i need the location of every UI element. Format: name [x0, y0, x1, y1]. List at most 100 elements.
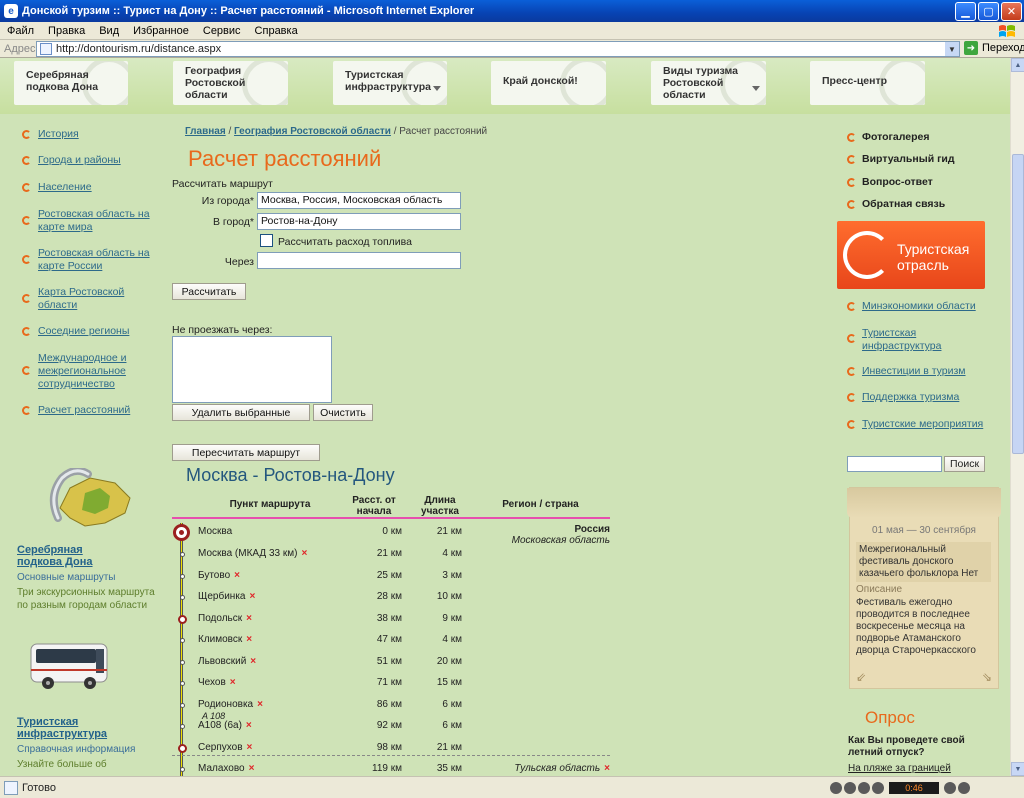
remove-region-icon[interactable]: × — [604, 763, 610, 774]
sidebar-item-russia-map[interactable]: Ростовская область на карте России — [22, 247, 152, 273]
breadcrumb-home[interactable]: Главная — [185, 126, 226, 137]
search-button[interactable]: Поиск — [944, 456, 985, 472]
address-dropdown-icon[interactable]: ▼ — [945, 42, 959, 56]
sidebar-item-cooperation[interactable]: Международное и межрегиональное сотрудни… — [22, 352, 142, 391]
scroll-up-icon[interactable]: ▲ — [1011, 58, 1024, 72]
menu-view[interactable]: Вид — [92, 25, 126, 37]
promo-horseshoe-routes[interactable]: Основные маршруты — [17, 571, 115, 584]
nav-tourism-types[interactable]: Виды туризма Ростовской области — [651, 61, 766, 105]
remove-point-icon[interactable]: × — [246, 634, 252, 645]
remove-point-icon[interactable]: × — [234, 570, 240, 581]
distance-from-start: 92 км — [376, 720, 402, 731]
vertical-scrollbar[interactable]: ▲ ▼ — [1010, 58, 1024, 776]
clear-button[interactable]: Очистить — [313, 404, 373, 421]
remove-point-icon[interactable]: × — [250, 656, 256, 667]
via-city-input[interactable] — [257, 252, 461, 269]
media-play-icon[interactable] — [858, 782, 870, 794]
route-point-name: Москва (МКАД 33 км) — [198, 548, 298, 559]
sidebar-item-history[interactable]: История — [22, 128, 152, 141]
tourism-industry-banner[interactable]: Туристская отрасль — [837, 221, 985, 289]
segment-length: 21 км — [436, 526, 462, 537]
media-menu-icon[interactable] — [958, 782, 970, 794]
poll-option[interactable]: На пляже за границей — [848, 763, 951, 774]
remove-point-icon[interactable]: × — [246, 613, 252, 624]
media-prev-icon[interactable] — [844, 782, 856, 794]
page-icon — [4, 780, 18, 795]
promo-infrastructure-title[interactable]: Туристская инфраструктура — [17, 716, 127, 740]
link-tourist-infrastructure[interactable]: Туристская инфраструктура — [847, 327, 977, 353]
top-navigation: Серебряная подкова Дона География Ростов… — [0, 58, 1010, 114]
link-ministry-economy[interactable]: Минэкономики области — [847, 300, 976, 313]
menu-file[interactable]: Файл — [0, 25, 41, 37]
go-arrow-icon: ➜ — [964, 41, 978, 55]
sidebar-item-region-map[interactable]: Карта Ростовской области — [22, 286, 152, 312]
close-button[interactable]: ✕ — [1001, 1, 1022, 21]
table-row: Подольск × 38 км 9 км — [172, 610, 612, 630]
address-input[interactable]: http://dontourism.ru/distance.aspx ▼ — [36, 41, 960, 57]
sidebar-item-cities[interactable]: Города и районы — [22, 154, 152, 167]
menu-favorites[interactable]: Избранное — [126, 25, 196, 37]
recalculate-button[interactable]: Пересчитать маршрут — [172, 444, 320, 461]
to-city-input[interactable]: Ростов-на-Дону — [257, 213, 461, 230]
remove-point-icon[interactable]: × — [249, 763, 255, 774]
from-city-input[interactable]: Москва, Россия, Московская область — [257, 192, 461, 209]
link-tourist-events[interactable]: Туристские мероприятия — [847, 418, 983, 431]
nav-press-center[interactable]: Пресс-центр — [810, 61, 925, 105]
link-tourism-support[interactable]: Поддержка туризма — [847, 391, 959, 404]
minimize-button[interactable]: ▁ — [955, 1, 976, 21]
link-feedback[interactable]: Обратная связь — [847, 198, 945, 211]
menu-tools[interactable]: Сервис — [196, 25, 248, 37]
link-investments[interactable]: Инвестиции в туризм — [847, 365, 966, 378]
fuel-checkbox[interactable] — [260, 234, 273, 247]
promo-infrastructure-info[interactable]: Справочная информация — [17, 743, 135, 756]
menu-help[interactable]: Справка — [248, 25, 305, 37]
event-title[interactable]: Межрегиональный фестиваль донского казач… — [856, 542, 991, 582]
go-button[interactable]: ➜ Переход — [964, 41, 1024, 55]
scroll-down-icon[interactable]: ▼ — [1011, 762, 1024, 776]
scroll-thumb[interactable] — [1012, 154, 1024, 454]
route-header-line — [172, 517, 610, 519]
bus-image[interactable] — [28, 638, 112, 694]
search-input[interactable] — [847, 456, 942, 472]
nav-silver-horseshoe[interactable]: Серебряная подкова Дона — [14, 61, 128, 105]
remove-point-icon[interactable]: × — [246, 720, 252, 731]
segment-length: 21 км — [436, 742, 462, 753]
link-virtual-guide[interactable]: Виртуальный гид — [847, 153, 955, 166]
bullet-icon — [22, 156, 31, 165]
remove-point-icon[interactable]: × — [250, 591, 256, 602]
media-next-icon[interactable] — [872, 782, 884, 794]
sidebar-item-distance[interactable]: Расчет расстояний — [22, 404, 152, 417]
distance-from-start: 21 км — [376, 548, 402, 559]
promo-infrastructure-more: Узнайте больше об — [17, 759, 107, 770]
link-photogallery[interactable]: Фотогалерея — [847, 131, 930, 144]
menu-edit[interactable]: Правка — [41, 25, 92, 37]
sidebar-item-neighbors[interactable]: Соседние регионы — [22, 325, 152, 338]
route-tick-icon — [180, 767, 185, 772]
remove-point-icon[interactable]: × — [301, 548, 307, 559]
maximize-button[interactable]: ▢ — [978, 1, 999, 21]
next-arrow-icon[interactable]: ⇘ — [982, 670, 992, 684]
nav-infrastructure[interactable]: Туристская инфраструктура — [333, 61, 447, 105]
table-row: Москва (МКАД 33 км) × 21 км 4 км — [172, 545, 612, 565]
nav-don-region[interactable]: Край донской! — [491, 61, 606, 105]
remove-point-icon[interactable]: × — [230, 677, 236, 688]
horseshoe-map-image[interactable] — [30, 466, 140, 536]
distance-from-start: 71 км — [376, 677, 402, 688]
distance-from-start: 38 км — [376, 613, 402, 624]
avoid-cities-list[interactable] — [172, 336, 332, 403]
prev-arrow-icon[interactable]: ⇙ — [856, 670, 866, 684]
go-label: Переход — [982, 42, 1024, 54]
promo-horseshoe-title[interactable]: Серебряная подкова Дона — [17, 544, 127, 568]
delete-selected-button[interactable]: Удалить выбранные — [172, 404, 310, 421]
remove-point-icon[interactable]: × — [247, 742, 253, 753]
media-volume-icon[interactable] — [944, 782, 956, 794]
breadcrumb-section[interactable]: География Ростовской области — [234, 126, 391, 137]
media-stop-icon[interactable] — [830, 782, 842, 794]
sidebar-item-world-map[interactable]: Ростовская область на карте мира — [22, 208, 152, 234]
nav-geography[interactable]: География Ростовской области — [173, 61, 288, 105]
menu-bar: Файл Правка Вид Избранное Сервис Справка — [0, 22, 1024, 40]
remove-point-icon[interactable]: × — [257, 699, 263, 710]
calculate-button[interactable]: Рассчитать — [172, 283, 246, 300]
sidebar-item-population[interactable]: Население — [22, 181, 152, 194]
link-faq[interactable]: Вопрос-ответ — [847, 176, 933, 189]
